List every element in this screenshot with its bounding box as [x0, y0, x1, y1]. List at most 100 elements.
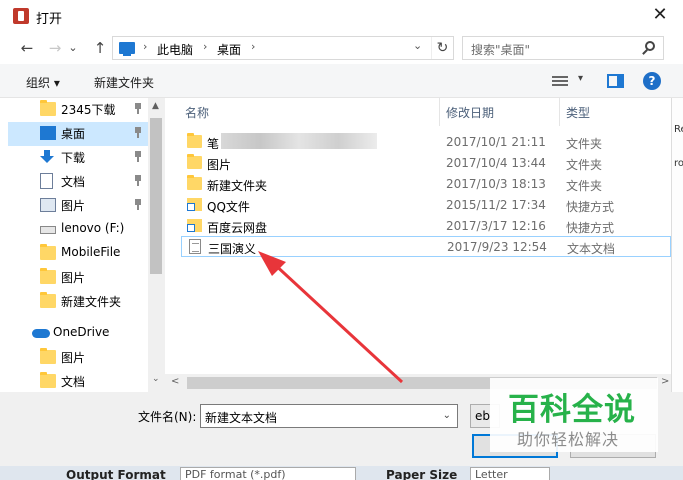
scroll-down-icon[interactable]: ⌄	[152, 374, 160, 384]
sort-ascending-icon: ^	[303, 98, 311, 105]
forward-button[interactable]: →	[44, 37, 66, 59]
file-type: 文件夹	[566, 158, 603, 172]
output-format-select: PDF format (*.pdf)	[180, 467, 356, 480]
chevron-down-icon[interactable]: ⌄	[443, 410, 451, 421]
filetype-value: eb	[475, 409, 490, 423]
scroll-left-icon[interactable]: <	[171, 376, 179, 387]
pin-icon	[134, 175, 142, 186]
filename-input[interactable]: 新建文本文档 ⌄	[200, 404, 458, 428]
new-folder-button[interactable]: 新建文件夹	[94, 74, 154, 91]
file-row[interactable]: 百度云网盘 2017/3/17 12:16 快捷方式	[181, 216, 671, 237]
watermark-title: 百科全说	[508, 392, 636, 428]
document-icon	[40, 173, 53, 189]
file-date: 2017/10/1 21:11	[446, 135, 546, 149]
output-format-label: Output Format	[66, 468, 166, 480]
navigation-pane: 2345下载 桌面 下载 文档 图片 lenovo (F:) MobileFil…	[0, 98, 164, 392]
sidebar-item-label: 图片	[61, 199, 86, 213]
sidebar-item-lenovo-drive[interactable]: lenovo (F:)	[8, 218, 148, 242]
column-divider[interactable]	[559, 98, 560, 126]
close-button[interactable]: ✕	[637, 0, 683, 32]
file-name: 图片	[207, 158, 232, 172]
sidebar-item-onedrive-pictures[interactable]: 图片	[8, 346, 148, 370]
organize-button[interactable]: 组织 ▾	[26, 74, 60, 91]
folder-icon	[40, 268, 56, 284]
folder-icon	[40, 348, 56, 364]
refresh-button[interactable]: ↻	[431, 37, 453, 59]
pin-icon	[134, 127, 142, 138]
sidebar-item-desktop[interactable]: 桌面	[8, 122, 148, 146]
scrollbar-thumb[interactable]	[150, 118, 162, 274]
file-row[interactable]: 图片 2017/10/4 13:44 文件夹	[181, 153, 671, 174]
address-bar[interactable]: › 此电脑 › 桌面 › ⌄ ↻	[112, 36, 454, 60]
breadcrumb-separator: ›	[251, 40, 256, 53]
help-icon[interactable]: ?	[643, 72, 661, 90]
file-date: 2017/3/17 12:16	[446, 219, 546, 233]
file-row[interactable]: 新建文件夹 2017/10/3 18:13 文件夹	[181, 174, 671, 195]
sidebar-item-label: 2345下载	[61, 103, 116, 117]
scroll-right-icon[interactable]: >	[661, 376, 669, 387]
background-text: Re	[674, 124, 683, 135]
file-date: 2017/9/23 12:54	[447, 240, 547, 254]
shortcut-icon	[187, 219, 202, 232]
command-bar: 组织 ▾ 新建文件夹 ▾ ?	[0, 64, 683, 98]
file-list: ^ 名称 修改日期 类型 笔 2017/10/1 21:11 文件夹 图片 20…	[165, 98, 671, 392]
sidebar-item-label: 文档	[61, 375, 86, 389]
folder-icon	[40, 372, 56, 388]
sidebar-item-label: 图片	[61, 271, 86, 285]
paper-size-label: Paper Size	[386, 468, 458, 480]
view-options-icon[interactable]	[552, 74, 568, 88]
filename-value: 新建文本文档	[205, 411, 278, 425]
file-name: 三国演义	[208, 242, 257, 256]
recent-locations-dropdown[interactable]: ⌄	[66, 37, 80, 59]
back-button[interactable]: ←	[16, 37, 38, 59]
file-type: 快捷方式	[566, 200, 615, 214]
file-name: 百度云网盘	[207, 221, 268, 235]
picture-icon	[40, 198, 56, 212]
file-type: 文件夹	[566, 137, 603, 151]
column-header-name[interactable]: 名称	[185, 104, 209, 126]
view-dropdown-icon[interactable]: ▾	[578, 73, 583, 84]
column-divider[interactable]	[439, 98, 440, 126]
address-dropdown-icon[interactable]: ⌄	[413, 39, 422, 52]
sidebar-item-onedrive-documents[interactable]: 文档	[8, 370, 148, 392]
sidebar-item-pictures-folder[interactable]: 图片	[8, 266, 148, 290]
breadcrumb-this-pc[interactable]: 此电脑	[157, 41, 193, 58]
file-name: 笔	[207, 137, 220, 151]
file-row-selected[interactable]: 三国演义 2017/9/23 12:54 文本文档	[181, 236, 671, 257]
sidebar-item-downloads[interactable]: 下载	[8, 146, 148, 170]
sidebar-item-new-folder[interactable]: 新建文件夹	[8, 290, 148, 314]
sidebar-scrollbar[interactable]: ▲ ⌄	[148, 98, 164, 392]
filename-label: 文件名(N):	[138, 410, 197, 424]
sidebar-item-label: 桌面	[61, 127, 86, 141]
pin-icon	[134, 199, 142, 210]
folder-icon	[40, 292, 56, 308]
breadcrumb-desktop[interactable]: 桌面	[217, 41, 241, 58]
up-button[interactable]: ↑	[89, 37, 111, 59]
watermark: 百科全说 助你轻松解决	[490, 378, 658, 452]
scroll-up-icon[interactable]: ▲	[152, 101, 159, 111]
file-type: 文件夹	[566, 179, 603, 193]
sidebar-item-mobilefile[interactable]: MobileFile	[8, 242, 148, 266]
search-icon[interactable]	[645, 41, 655, 51]
sidebar-item-2345-download[interactable]: 2345下载	[8, 98, 148, 122]
file-row[interactable]: 笔 2017/10/1 21:11 文件夹	[181, 132, 671, 153]
preview-pane-icon[interactable]	[607, 74, 624, 88]
sidebar-item-pictures[interactable]: 图片	[8, 194, 148, 218]
file-name: QQ文件	[207, 200, 250, 214]
shortcut-icon	[187, 198, 202, 211]
onedrive-icon	[32, 329, 50, 338]
column-header-date[interactable]: 修改日期	[446, 104, 494, 126]
sidebar-item-onedrive[interactable]: OneDrive	[8, 322, 148, 346]
breadcrumb-separator: ›	[143, 40, 148, 53]
search-box[interactable]: 搜索"桌面"	[462, 36, 664, 60]
paper-size-select: Letter	[470, 467, 550, 480]
file-name: 新建文件夹	[207, 179, 268, 193]
background-app-strip: Output Format PDF format (*.pdf) Paper S…	[0, 466, 683, 480]
file-row[interactable]: QQ文件 2015/11/2 17:34 快捷方式	[181, 195, 671, 216]
sidebar-item-label: lenovo (F:)	[61, 221, 125, 235]
sidebar-item-label: 文档	[61, 175, 86, 189]
sidebar-item-label: 图片	[61, 351, 86, 365]
sidebar-item-documents[interactable]: 文档	[8, 170, 148, 194]
sidebar-item-label: 新建文件夹	[61, 295, 122, 309]
column-header-type[interactable]: 类型	[566, 104, 590, 126]
